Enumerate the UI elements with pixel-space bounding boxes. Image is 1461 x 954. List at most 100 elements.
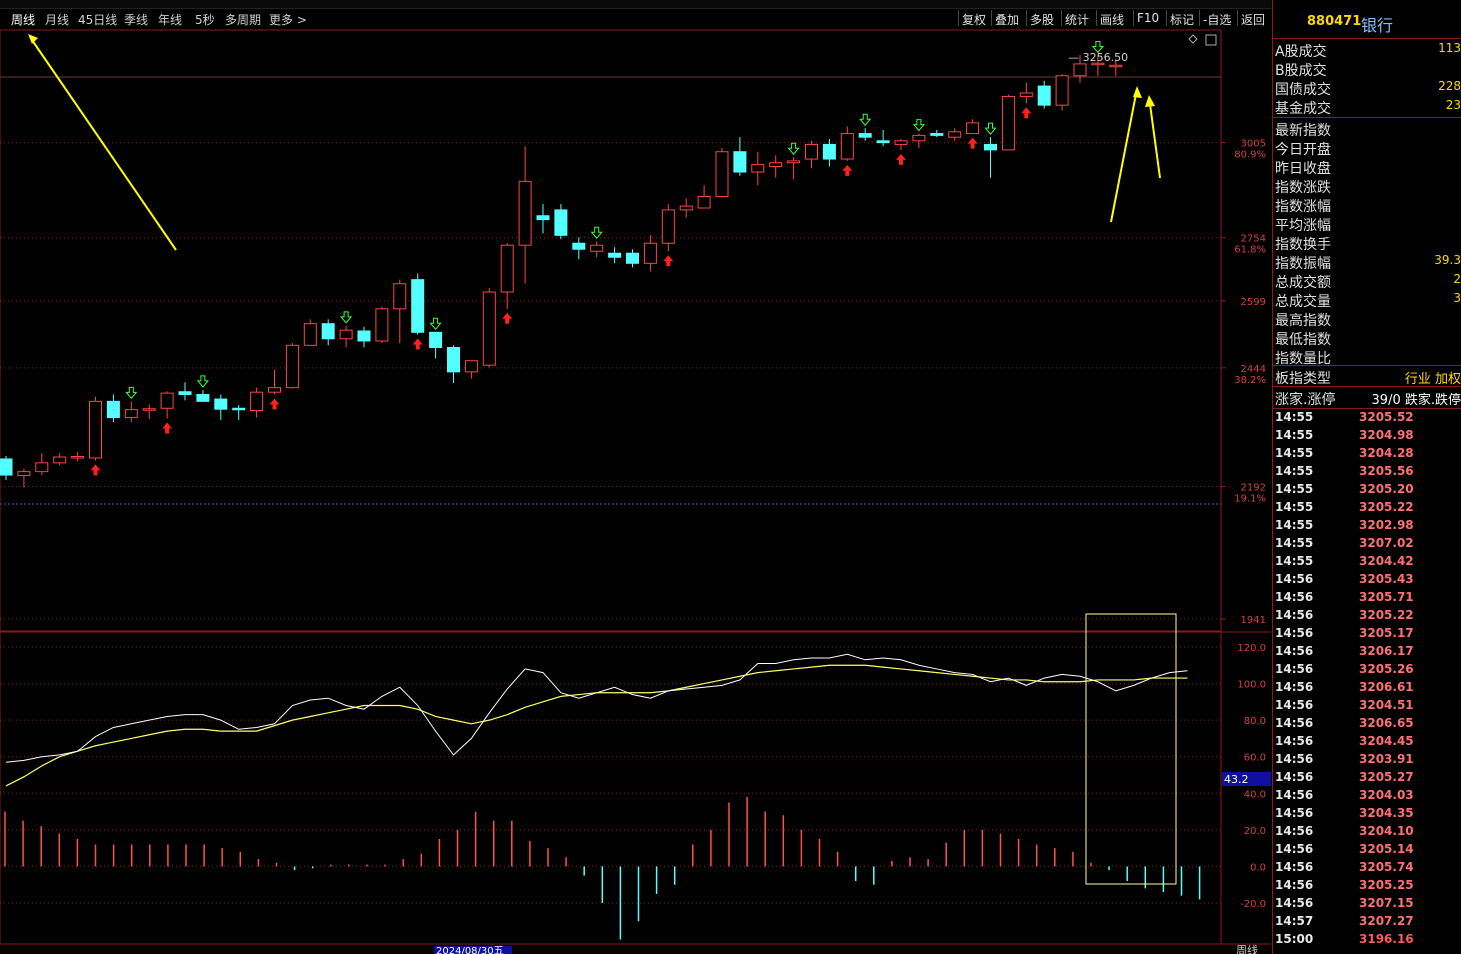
candle — [572, 237, 586, 260]
osc-tick-label: 80.0 — [1244, 716, 1266, 727]
chart-area[interactable]: 3005 2754 2599 2444 2192 1941 80.9% 61.8% 38.2% 1… — [0, 0, 1271, 954]
candle-body — [715, 151, 729, 198]
tick-time: 14:55 — [1275, 428, 1314, 442]
candle-body — [912, 134, 926, 142]
security-code: 880471 — [1307, 14, 1362, 29]
tick-row: 14:57 3207.27 — [1275, 914, 1461, 932]
tick-row: 14:56 3206.65 — [1275, 716, 1461, 734]
price-tick-label: 2599 — [1241, 297, 1266, 308]
buy-signal-arrow — [842, 164, 853, 176]
tick-price: 3204.03 — [1359, 788, 1414, 802]
tick-time: 14:55 — [1275, 554, 1314, 568]
candle-body — [303, 323, 317, 346]
candle-body — [894, 140, 908, 145]
tick-price: 3203.91 — [1359, 752, 1414, 766]
candle-body — [536, 215, 550, 221]
candle-body — [250, 391, 264, 412]
tick-price: 3206.17 — [1359, 644, 1414, 658]
candle — [858, 128, 872, 141]
buy-signal-arrow — [896, 153, 906, 165]
stat-label: 指数涨幅 — [1275, 199, 1331, 215]
stat-row: A股成交 113 — [1275, 41, 1461, 60]
candle-body — [554, 209, 568, 236]
buy-signal-arrow — [967, 137, 978, 149]
candle — [178, 382, 192, 401]
stat-row: 指数涨幅 — [1275, 196, 1461, 215]
annotation-arrow-head — [28, 34, 38, 44]
candle — [196, 389, 210, 402]
stat-value: 39.3 — [1434, 253, 1461, 267]
tick-time: 14:56 — [1275, 608, 1314, 622]
candle — [697, 185, 711, 209]
candle — [876, 129, 890, 147]
candle — [447, 345, 460, 384]
osc-tick-label: 40.0 — [1244, 789, 1266, 800]
tick-time: 14:56 — [1275, 788, 1314, 802]
candle-body — [984, 143, 997, 151]
candle-body — [805, 143, 818, 160]
candle — [89, 396, 102, 461]
tick-price: 3204.42 — [1359, 554, 1414, 568]
tick-time: 14:56 — [1275, 626, 1314, 640]
candle-body — [966, 122, 980, 135]
tick-row: 14:56 3206.17 — [1275, 644, 1461, 662]
buy-signal-arrow — [502, 312, 513, 324]
tick-row: 14:56 3203.91 — [1275, 752, 1461, 770]
price-tick-label: 1941 — [1241, 615, 1266, 626]
tick-price: 3207.27 — [1359, 914, 1414, 928]
candle — [268, 369, 281, 395]
tick-price: 3206.65 — [1359, 716, 1414, 730]
tick-row: 14:56 3205.74 — [1275, 860, 1461, 878]
candle — [643, 235, 657, 272]
tick-price: 3205.22 — [1359, 608, 1414, 622]
candle — [518, 146, 532, 284]
tick-time: 14:56 — [1275, 860, 1314, 874]
sell-signal-arrow — [340, 311, 353, 324]
tick-time: 14:56 — [1275, 644, 1314, 658]
candle — [626, 249, 639, 268]
candle-body — [1109, 64, 1123, 68]
candle-body — [500, 244, 514, 293]
tick-time: 14:55 — [1275, 464, 1314, 478]
candle-body — [733, 151, 747, 173]
candle-body — [89, 400, 102, 459]
osc-tick-label: 120.0 — [1237, 643, 1266, 654]
osc-tick-label: 60.0 — [1244, 753, 1266, 764]
candle-body — [572, 242, 586, 250]
tick-time: 14:55 — [1275, 536, 1314, 550]
candle — [339, 325, 353, 348]
candle-body — [643, 242, 657, 264]
candle-body — [285, 344, 299, 389]
candle-body — [482, 291, 496, 366]
price-panel-frame — [0, 29, 1222, 632]
candle — [769, 155, 783, 178]
candle — [411, 273, 425, 335]
candle — [214, 394, 228, 420]
tick-row: 14:55 3202.98 — [1275, 518, 1461, 536]
tick-time: 14:55 — [1275, 446, 1314, 460]
candle-body — [1019, 92, 1033, 97]
osc-tick-label: 0.0 — [1250, 862, 1266, 873]
tick-time: 14:56 — [1275, 590, 1314, 604]
tick-price: 3204.10 — [1359, 824, 1414, 838]
candle — [464, 360, 478, 379]
candle-body — [697, 196, 711, 209]
tick-row: 14:55 3205.56 — [1275, 464, 1461, 482]
quote-sidebar: 880471 银行 A股成交 113 B股成交 国债成交 228 基金成交 23 最新指数 今日… — [1272, 0, 1461, 954]
candle-body — [518, 180, 532, 246]
tick-row: 14:56 3204.35 — [1275, 806, 1461, 824]
stat-row: 总成交额 2 — [1275, 272, 1461, 291]
stat-label: 最高指数 — [1275, 313, 1331, 329]
tick-row: 14:56 3205.22 — [1275, 608, 1461, 626]
tick-row: 14:56 3204.03 — [1275, 788, 1461, 806]
candle — [71, 452, 85, 461]
stat-row: 指数振幅 39.3 — [1275, 253, 1461, 272]
stat-label: 指数换手 — [1275, 237, 1331, 253]
tick-time: 14:56 — [1275, 824, 1314, 838]
candle — [608, 247, 622, 264]
stat-row: 最新指数 — [1275, 120, 1461, 139]
tick-price: 3205.20 — [1359, 482, 1414, 496]
candle-body — [1037, 85, 1051, 106]
stat-row: B股成交 — [1275, 60, 1461, 79]
candle-body — [232, 407, 246, 411]
